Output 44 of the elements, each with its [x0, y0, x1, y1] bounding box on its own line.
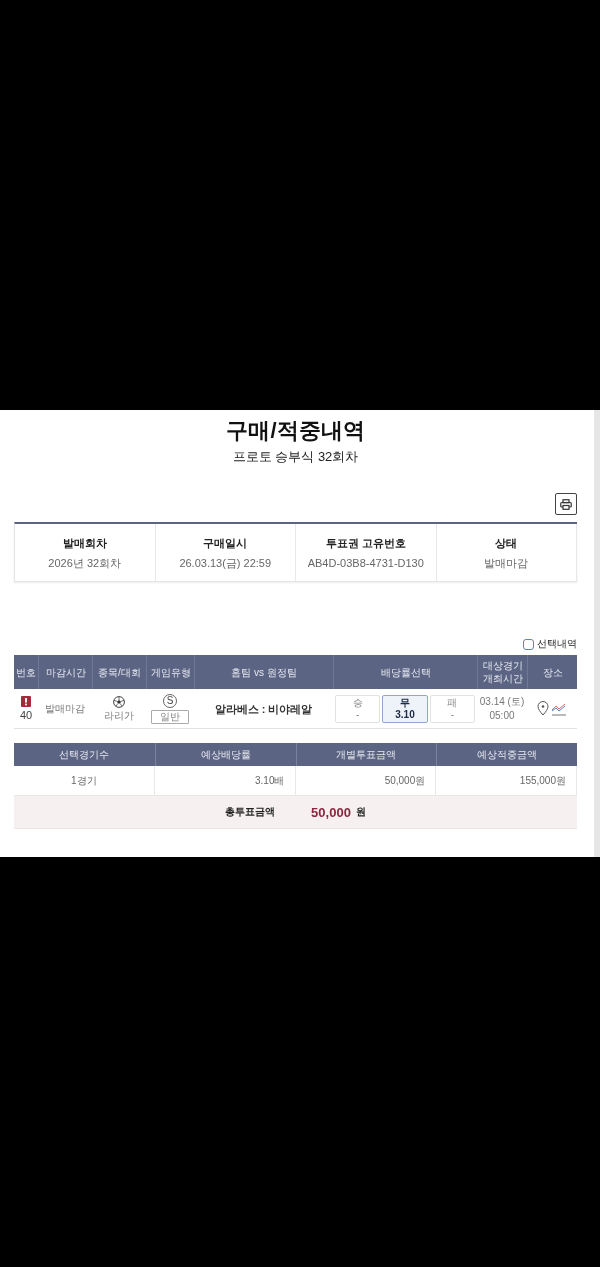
column-header: 번호	[14, 655, 38, 689]
column-header: 게임유형	[146, 655, 194, 689]
location-pin-icon	[537, 701, 549, 716]
info-value: 2026년 32회차	[48, 556, 122, 570]
total-amount: 50,000	[311, 804, 351, 820]
match-date: 03.14 (토)	[479, 695, 525, 708]
game-number: 40	[19, 708, 33, 722]
printer-icon	[560, 498, 572, 510]
column-header: 장소	[527, 655, 577, 689]
total-label: 총투표금액	[225, 805, 276, 819]
info-label: 상태	[495, 536, 518, 550]
column-header: 홈팀 vs 원정팀	[194, 655, 333, 689]
location-button[interactable]	[537, 701, 549, 716]
info-label: 구매일시	[203, 536, 248, 550]
total-unit: 원	[355, 805, 366, 819]
info-label: 투표권 고유번호	[325, 536, 406, 550]
matchup-text: 알라베스 : 비야레알	[214, 701, 313, 716]
page-title: 구매/적중내역	[226, 418, 365, 444]
odds-button[interactable]: 패 -	[429, 694, 475, 723]
odds-button[interactable]: 승 -	[335, 694, 381, 723]
deadline-text: 발매마감	[45, 702, 85, 715]
summary-header: 선택경기수	[14, 743, 155, 766]
league-name: 라리가	[104, 709, 134, 722]
summary-header: 예상적중금액	[436, 743, 577, 766]
column-header: 종목/대회	[92, 655, 146, 689]
soccer-ball-icon	[113, 695, 125, 708]
page-subtitle: 프로토 승부식 32회차	[232, 448, 359, 466]
column-header: 배당률선택	[333, 655, 477, 689]
info-value: 발매마감	[484, 556, 529, 570]
selection-checkbox[interactable]	[523, 638, 534, 650]
column-header: 마감시간	[38, 655, 92, 689]
trend-chart-icon	[551, 701, 567, 716]
match-time: 05:00	[489, 709, 515, 722]
summary-header: 개별투표금액	[295, 743, 437, 766]
info-value: 26.03.13(금) 22:59	[179, 556, 272, 570]
stats-button[interactable]	[551, 701, 567, 716]
column-header: 대상경기 개최시간	[477, 655, 527, 689]
print-button[interactable]	[555, 493, 577, 515]
info-label: 발매회차	[62, 536, 107, 550]
game-type-tag: 일반	[151, 709, 189, 724]
odds-button[interactable]: 무 3.10	[382, 694, 428, 723]
info-value: AB4D-03B8-4731-D130	[307, 556, 424, 570]
summary-header: 예상배당률	[154, 743, 296, 766]
checkbox-label[interactable]: 선택내역	[537, 637, 577, 651]
